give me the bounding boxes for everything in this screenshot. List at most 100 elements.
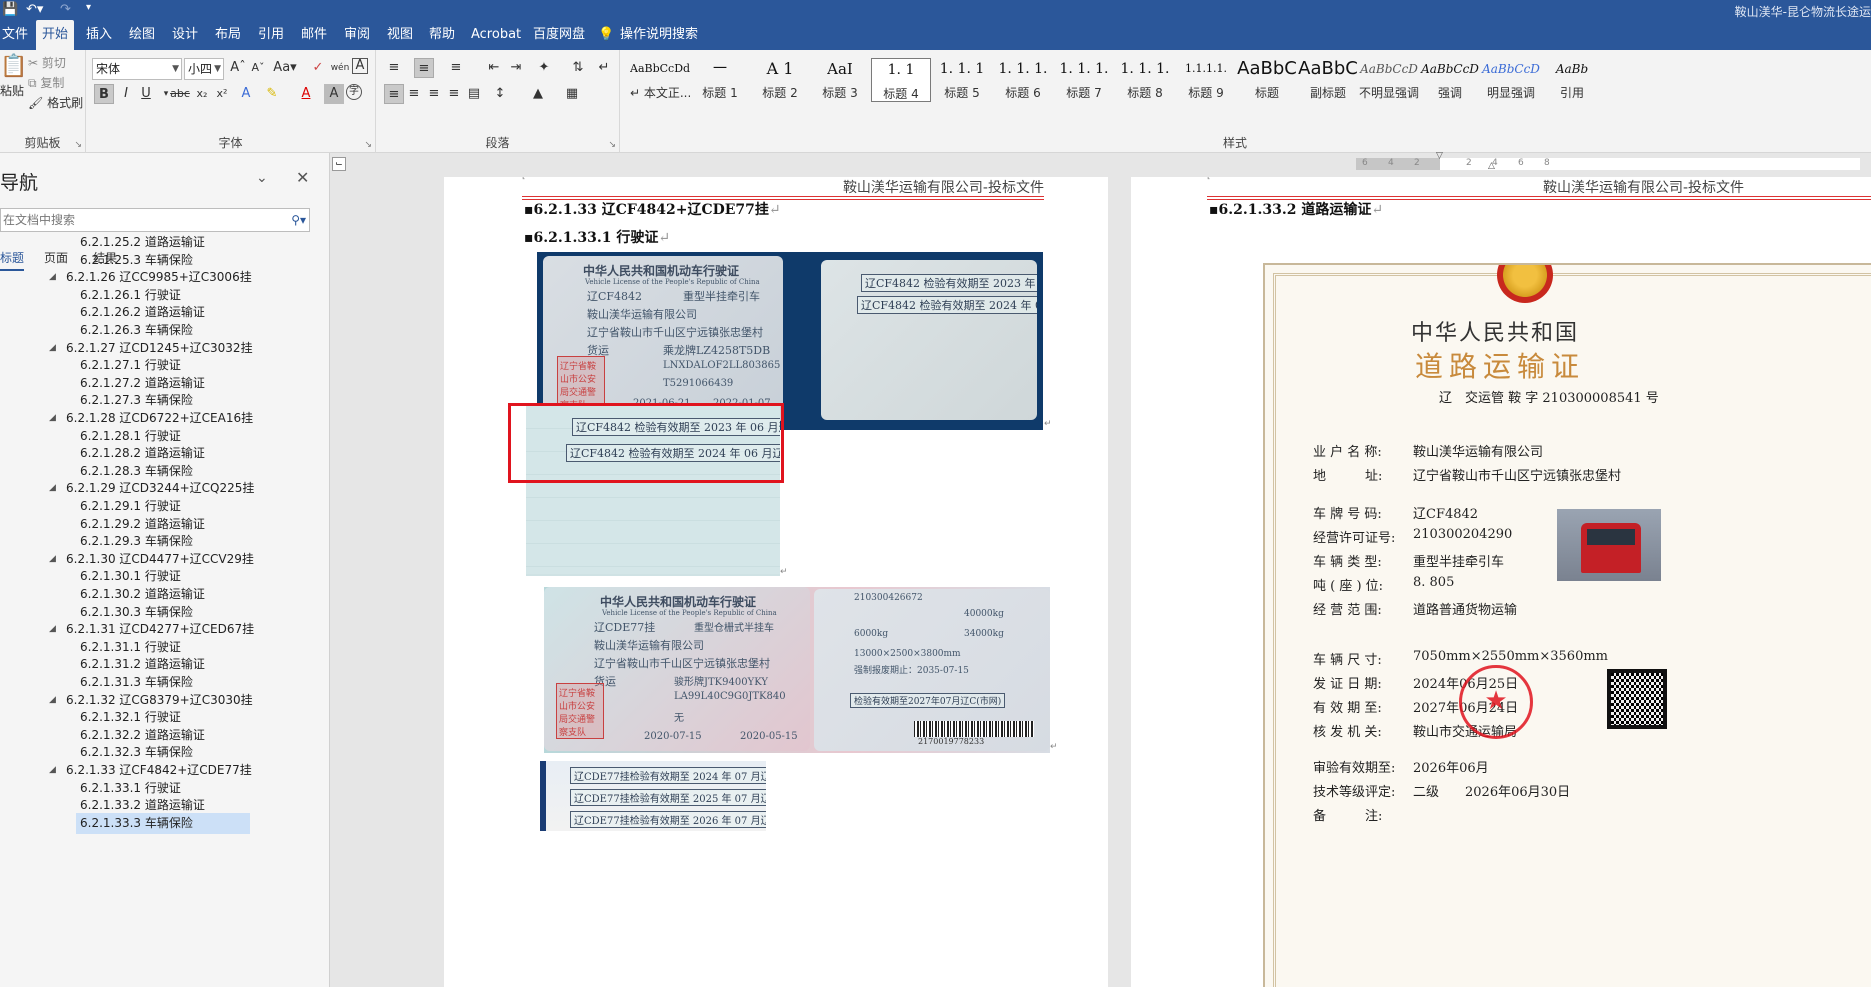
style-subtitle[interactable]: AaBbC 副标题 bbox=[1298, 58, 1358, 102]
collapse-triangle-icon[interactable]: ◢ bbox=[49, 549, 56, 570]
shrink-font-icon[interactable]: Aˇ bbox=[248, 58, 268, 78]
increase-indent-icon[interactable]: ⇥ bbox=[506, 58, 526, 78]
enclose-char-icon[interactable]: 字 bbox=[346, 84, 362, 100]
clear-format-icon[interactable]: ✓ bbox=[308, 58, 328, 78]
collapse-triangle-icon[interactable]: ◢ bbox=[49, 338, 56, 359]
bold-icon[interactable]: B bbox=[94, 84, 114, 104]
tab-help[interactable]: 帮助 bbox=[423, 20, 461, 50]
search-icon[interactable]: ⚲▾ bbox=[291, 209, 306, 231]
redo-icon[interactable]: ↷ bbox=[60, 2, 71, 17]
heading-6-2-1-33[interactable]: ▪6.2.1.33 辽CF4842+辽CDE77挂↵ bbox=[524, 199, 781, 219]
document-page-2[interactable]: ⌊ 鞍山渼华运输有限公司-投标文件 ▪6.2.1.33.2 道路运输证↵ 中华人… bbox=[1131, 177, 1871, 987]
driving-license-photo-2[interactable]: 中华人民共和国机动车行驶证 Vehicle License of the Peo… bbox=[544, 587, 1050, 753]
font-color-icon[interactable]: A bbox=[296, 84, 316, 104]
collapse-triangle-icon[interactable]: ◢ bbox=[49, 267, 56, 288]
style-quote[interactable]: AaBb 引用 bbox=[1542, 58, 1602, 102]
text-effects-icon[interactable]: A bbox=[236, 84, 256, 104]
char-border-icon[interactable]: A bbox=[352, 58, 368, 74]
tab-design[interactable]: 设计 bbox=[166, 20, 204, 50]
font-launcher-icon[interactable]: ↘ bbox=[364, 140, 372, 150]
distributed-icon[interactable]: ▤ bbox=[464, 84, 484, 104]
style-heading-6[interactable]: 1. 1. 1. 标题 6 bbox=[993, 58, 1053, 102]
align-right-icon[interactable]: ≡ bbox=[424, 84, 444, 104]
superscript-icon[interactable]: x² bbox=[212, 84, 232, 104]
tab-layout[interactable]: 布局 bbox=[209, 20, 247, 50]
borders-icon[interactable]: ▦ bbox=[562, 84, 582, 104]
phonetic-guide-icon[interactable]: wén bbox=[330, 58, 350, 78]
char-shading-icon[interactable]: A bbox=[324, 84, 344, 104]
tab-selector-icon[interactable]: ⌙ bbox=[332, 157, 346, 171]
style-heading-8[interactable]: 1. 1. 1. 标题 8 bbox=[1115, 58, 1175, 102]
shading-icon[interactable]: ▲ bbox=[528, 84, 548, 104]
tell-me-search[interactable]: 操作说明搜索 bbox=[614, 20, 704, 50]
close-icon[interactable]: ✕ bbox=[296, 168, 309, 187]
subscript-icon[interactable]: x₂ bbox=[192, 84, 212, 104]
tab-references[interactable]: 引用 bbox=[252, 20, 290, 50]
chevron-down-icon[interactable]: ⌄ bbox=[256, 170, 268, 186]
style-heading-1[interactable]: 一标题 1 bbox=[690, 58, 750, 102]
italic-icon[interactable]: I bbox=[116, 84, 136, 104]
tab-insert[interactable]: 插入 bbox=[80, 20, 118, 50]
style-heading-9[interactable]: 1.1.1.1. 标题 9 bbox=[1176, 58, 1236, 102]
collapse-triangle-icon[interactable]: ◢ bbox=[49, 478, 56, 499]
tab-review[interactable]: 审阅 bbox=[338, 20, 376, 50]
tab-home[interactable]: 开始 bbox=[36, 20, 75, 50]
style-subtle-emphasis[interactable]: AaBbCcD 不明显强调 bbox=[1359, 58, 1419, 102]
style-emphasis[interactable]: AaBbCcD 强调 bbox=[1420, 58, 1480, 102]
tab-view[interactable]: 视图 bbox=[381, 20, 419, 50]
collapse-triangle-icon[interactable]: ◢ bbox=[49, 760, 56, 781]
horizontal-ruler[interactable]: ⌙ 6 4 2 2 4 6 8 ▽ △ bbox=[330, 151, 1871, 177]
clipboard-launcher-icon[interactable]: ↘ bbox=[74, 140, 82, 150]
copy-button[interactable]: ⧉ 复制 bbox=[28, 74, 64, 91]
paste-button[interactable]: 粘贴 bbox=[0, 82, 24, 99]
strikethrough-icon[interactable]: abc bbox=[170, 84, 190, 104]
format-painter-button[interactable]: 🖌 格式刷 bbox=[28, 94, 83, 111]
document-page-1[interactable]: ⌊ 鞍山渼华运输有限公司-投标文件 ▪6.2.1.33 辽CF4842+辽CDE… bbox=[444, 177, 1108, 987]
show-marks-icon[interactable]: ↵ bbox=[594, 58, 614, 78]
collapse-triangle-icon[interactable]: ◢ bbox=[49, 408, 56, 429]
document-canvas[interactable]: ⌊ 鞍山渼华运输有限公司-投标文件 ▪6.2.1.33 辽CF4842+辽CDE… bbox=[330, 177, 1871, 987]
sort-icon[interactable]: ⇅ bbox=[568, 58, 588, 78]
nav-tab-pages[interactable]: 页面 bbox=[44, 249, 68, 266]
save-icon[interactable]: 💾 bbox=[2, 2, 18, 17]
align-left-icon[interactable]: ≡ bbox=[384, 84, 404, 104]
first-line-indent-icon[interactable]: ▽ bbox=[1436, 151, 1443, 161]
grow-font-icon[interactable]: Aˆ bbox=[228, 58, 248, 78]
font-name-combo[interactable]: 宋体 ▼ bbox=[92, 58, 182, 80]
heading-6-2-1-33-2[interactable]: ▪6.2.1.33.2 道路运输证↵ bbox=[1209, 199, 1383, 219]
numbering-icon[interactable]: ≡ bbox=[414, 58, 434, 78]
change-case-icon[interactable]: Aa▾ bbox=[272, 58, 298, 78]
heading-6-2-1-33-1[interactable]: ▪6.2.1.33.1 行驶证↵ bbox=[524, 227, 670, 247]
tab-draw[interactable]: 绘图 bbox=[123, 20, 161, 50]
paragraph-launcher-icon[interactable]: ↘ bbox=[608, 140, 616, 150]
bullets-icon[interactable]: ≡ bbox=[384, 58, 404, 78]
tab-baidu-netdisk[interactable]: 百度网盘 bbox=[527, 20, 591, 50]
underline-icon[interactable]: U bbox=[136, 84, 156, 104]
nav-tab-headings[interactable]: 标题 bbox=[0, 249, 25, 271]
font-size-combo[interactable]: 小四 ▼ bbox=[184, 58, 224, 80]
highlight-icon[interactable]: ✎ bbox=[262, 84, 282, 104]
cut-button[interactable]: ✂ 剪切 bbox=[28, 54, 66, 71]
collapse-triangle-icon[interactable]: ◢ bbox=[49, 619, 56, 640]
multilevel-list-icon[interactable]: ≡ bbox=[446, 58, 466, 78]
justify-icon[interactable]: ≡ bbox=[444, 84, 464, 104]
style-normal[interactable]: AaBbCcDdI ↵ 本文正... bbox=[630, 58, 690, 102]
style-heading-4[interactable]: 1. 1 标题 4 bbox=[871, 58, 931, 102]
style-heading-7[interactable]: 1. 1. 1. 标题 7 bbox=[1054, 58, 1114, 102]
customize-qat-icon[interactable]: ▾ bbox=[86, 2, 91, 13]
nav-search-input[interactable]: 在文档中搜索 ⚲▾ bbox=[0, 208, 310, 232]
tab-acrobat[interactable]: Acrobat bbox=[465, 20, 527, 50]
trailer-stamps-photo[interactable]: 辽CDE77挂检验有效期至 2024 年 07 月辽C 辽CDE77挂检验有效期… bbox=[540, 761, 766, 831]
style-heading-5[interactable]: 1. 1. 1 标题 5 bbox=[932, 58, 992, 102]
collapse-triangle-icon[interactable]: ◢ bbox=[49, 690, 56, 711]
style-title[interactable]: AaBbC 标题 bbox=[1237, 58, 1297, 102]
style-intense-emphasis[interactable]: AaBbCcD 明显强调 bbox=[1481, 58, 1541, 102]
align-center-icon[interactable]: ≡ bbox=[404, 84, 424, 104]
tab-mailings[interactable]: 邮件 bbox=[295, 20, 333, 50]
line-spacing-icon[interactable]: ↕ bbox=[490, 84, 510, 104]
undo-icon[interactable]: ↶▾ bbox=[26, 2, 43, 17]
road-transport-certificate[interactable]: 中华人民共和国 道路运输证 辽 交运管 鞍 字 210300008541 号 业… bbox=[1263, 263, 1871, 987]
style-heading-2[interactable]: A 1 标题 2 bbox=[750, 58, 810, 102]
tab-file[interactable]: 文件 bbox=[0, 20, 34, 50]
chinese-layout-icon[interactable]: ✦ bbox=[534, 58, 554, 78]
